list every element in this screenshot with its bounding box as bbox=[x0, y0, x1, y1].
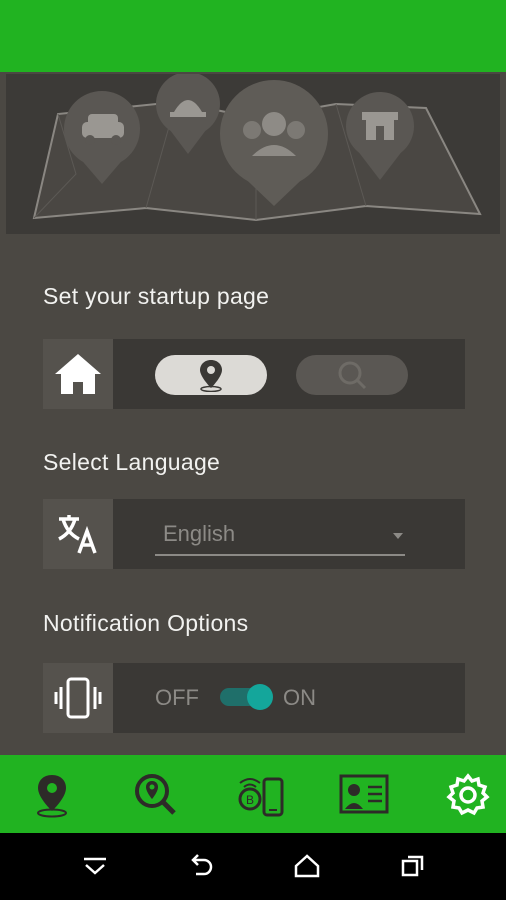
language-section-title: Select Language bbox=[43, 449, 221, 475]
app-top-bar bbox=[0, 0, 506, 72]
gear-icon bbox=[446, 773, 490, 816]
notification-section-title: Notification Options bbox=[43, 610, 249, 636]
startup-page-row bbox=[43, 339, 465, 409]
map-pin-icon bbox=[37, 775, 67, 818]
recents-button[interactable] bbox=[398, 851, 428, 881]
hide-keyboard-button[interactable] bbox=[80, 851, 110, 881]
nav-search[interactable] bbox=[128, 767, 184, 823]
toggle-thumb[interactable] bbox=[247, 684, 273, 710]
chevron-down-icon bbox=[84, 857, 106, 875]
bottom-navigation: B bbox=[0, 755, 506, 833]
toggle-off-label: OFF bbox=[155, 685, 199, 710]
system-navigation-bar bbox=[0, 833, 506, 900]
startup-section-title: Set your startup page bbox=[43, 283, 270, 309]
toggle-on-label: ON bbox=[283, 685, 316, 710]
map-illustration bbox=[32, 74, 482, 222]
back-button[interactable] bbox=[186, 851, 216, 881]
chevron-down-icon bbox=[393, 533, 403, 539]
nav-beacon[interactable]: B bbox=[232, 767, 288, 823]
back-icon bbox=[191, 854, 213, 876]
recents-icon bbox=[401, 855, 424, 877]
home-icon bbox=[43, 339, 113, 409]
svg-text:B: B bbox=[246, 793, 254, 807]
map-pin-icon bbox=[200, 360, 222, 392]
vibrate-icon bbox=[43, 663, 113, 733]
search-pin-icon bbox=[135, 774, 176, 815]
beacon-phone-icon: B bbox=[238, 777, 284, 817]
nav-map[interactable] bbox=[24, 767, 80, 823]
startup-option-search[interactable] bbox=[296, 355, 408, 395]
home-outline-icon bbox=[294, 854, 320, 878]
home-button[interactable] bbox=[292, 851, 322, 881]
header-banner-illustration bbox=[6, 74, 500, 234]
nav-profile[interactable] bbox=[336, 767, 392, 823]
nav-settings[interactable] bbox=[440, 767, 496, 823]
startup-option-map[interactable] bbox=[155, 355, 267, 395]
translate-icon bbox=[43, 499, 113, 569]
language-row: English bbox=[43, 499, 465, 569]
language-select-value: English bbox=[163, 521, 236, 546]
id-card-icon bbox=[339, 774, 389, 814]
language-select-underline bbox=[155, 554, 405, 556]
notification-row: OFF ON bbox=[43, 663, 465, 733]
search-pin-icon bbox=[338, 361, 367, 390]
